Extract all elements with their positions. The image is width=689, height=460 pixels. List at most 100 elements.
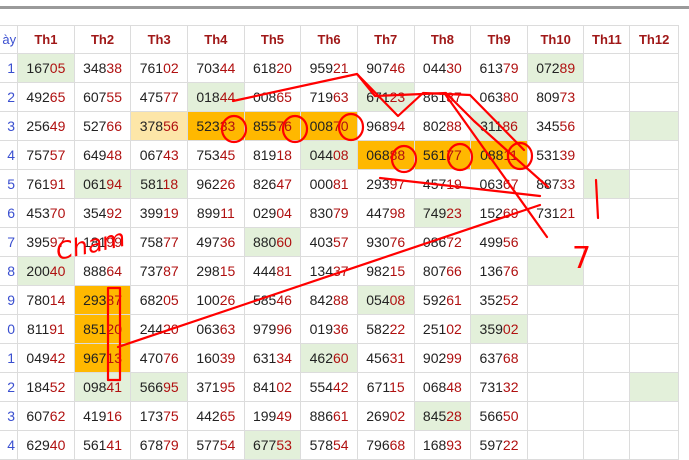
table-row: 2 18452 09841 56695 37195 84102 55442 67115 0684… xyxy=(0,372,679,402)
result-prefix: 761 xyxy=(26,176,50,192)
result-suffix: 22 xyxy=(502,437,519,453)
result-suffix: 44 xyxy=(219,60,236,76)
table-row: 1 04942 96713 47076 16039 63134 46260 45631 9029… xyxy=(0,343,679,373)
result-suffix: 98 xyxy=(389,205,406,221)
result-suffix: 79 xyxy=(332,205,349,221)
result-cell: 16039 xyxy=(187,343,245,373)
result-cell: 63768 xyxy=(470,343,528,373)
result-prefix: 063 xyxy=(479,89,503,105)
result-cell xyxy=(583,372,631,402)
result-cell: 34838 xyxy=(73,53,132,83)
result-cell: 06380 xyxy=(470,82,528,112)
result-suffix: 87 xyxy=(163,263,179,279)
result-prefix: 930 xyxy=(366,234,390,250)
result-cell: 06194 xyxy=(73,169,132,199)
result-cell xyxy=(583,111,631,141)
result-cell: 82647 xyxy=(243,169,302,199)
result-suffix: 54 xyxy=(332,437,349,453)
result-cell: 25102 xyxy=(413,314,472,344)
result-suffix: 70 xyxy=(49,205,66,221)
result-cell: 44265 xyxy=(187,401,245,431)
result-suffix: 26 xyxy=(219,176,236,192)
result-cell: 70344 xyxy=(187,53,245,83)
result-cell xyxy=(583,140,631,170)
result-prefix: 497 xyxy=(196,234,220,250)
result-prefix: 348 xyxy=(83,60,107,76)
result-prefix: 523 xyxy=(196,118,220,134)
result-cell xyxy=(583,430,631,460)
result-suffix: 15 xyxy=(389,263,406,279)
result-cell: 26902 xyxy=(356,401,415,431)
result-prefix: 447 xyxy=(366,205,390,221)
result-suffix: 32 xyxy=(502,379,519,395)
result-cell xyxy=(629,372,679,402)
result-prefix: 456 xyxy=(366,350,390,366)
result-cell xyxy=(583,285,631,315)
result-suffix: 02 xyxy=(389,408,406,424)
result-suffix: 77 xyxy=(163,89,179,105)
result-cell: 96713 xyxy=(73,343,132,373)
column-header-th8: Th8 xyxy=(413,25,472,54)
result-suffix: 60 xyxy=(276,234,292,250)
result-cell xyxy=(583,227,631,257)
result-cell: 25649 xyxy=(17,111,75,141)
result-prefix: 531 xyxy=(536,147,560,163)
result-suffix: 02 xyxy=(502,321,519,337)
result-prefix: 527 xyxy=(83,118,107,134)
result-cell: 83079 xyxy=(300,198,358,228)
result-cell: 04408 xyxy=(300,140,358,170)
result-prefix: 054 xyxy=(366,292,390,308)
result-cell: 39919 xyxy=(130,198,188,228)
result-suffix: 44 xyxy=(219,89,236,105)
result-prefix: 826 xyxy=(252,176,277,192)
result-cell xyxy=(629,401,679,431)
result-suffix: 33 xyxy=(219,118,236,134)
result-cell: 78014 xyxy=(17,285,75,315)
result-cell: 67115 xyxy=(356,372,415,402)
result-cell: 95921 xyxy=(300,53,358,83)
day-cell: 4 xyxy=(0,430,19,460)
result-cell: 45719 xyxy=(413,169,472,199)
column-header-th2: Th2 xyxy=(73,25,132,54)
day-cell: 0 xyxy=(0,314,19,344)
result-prefix: 761 xyxy=(139,60,164,76)
result-prefix: 298 xyxy=(196,263,220,279)
result-cell: 05408 xyxy=(356,285,415,315)
result-prefix: 378 xyxy=(139,118,164,134)
result-prefix: 719 xyxy=(309,89,333,105)
result-prefix: 682 xyxy=(139,292,164,308)
result-prefix: 959 xyxy=(309,60,333,76)
result-prefix: 359 xyxy=(479,321,503,337)
result-suffix: 56 xyxy=(163,118,179,134)
result-cell: 04430 xyxy=(413,53,472,83)
result-prefix: 830 xyxy=(309,205,333,221)
result-cell xyxy=(583,314,631,344)
result-suffix: 33 xyxy=(559,176,576,192)
result-prefix: 403 xyxy=(309,234,333,250)
result-suffix: 30 xyxy=(446,60,462,76)
result-cell: 61820 xyxy=(243,53,302,83)
result-prefix: 256 xyxy=(26,118,50,134)
result-cell: 56141 xyxy=(73,430,132,460)
day-cell: 3 xyxy=(0,401,19,431)
result-suffix: 14 xyxy=(49,292,66,308)
result-prefix: 352 xyxy=(479,292,503,308)
day-cell: 5 xyxy=(0,169,19,199)
result-prefix: 269 xyxy=(366,408,390,424)
result-cell: 84288 xyxy=(300,285,358,315)
result-prefix: 962 xyxy=(196,176,220,192)
day-cell: 2 xyxy=(0,372,19,402)
result-cell: 67123 xyxy=(356,82,415,112)
result-suffix: 15 xyxy=(389,379,405,395)
result-cell: 67753 xyxy=(243,430,302,460)
result-prefix: 160 xyxy=(196,350,220,366)
column-header-th6: Th6 xyxy=(300,25,358,54)
result-cell: 59261 xyxy=(413,285,472,315)
result-suffix: 96 xyxy=(276,321,292,337)
result-cell: 20040 xyxy=(17,256,75,286)
result-suffix: 49 xyxy=(276,408,292,424)
result-cell: 56695 xyxy=(130,372,188,402)
result-prefix: 462 xyxy=(309,350,333,366)
result-suffix: 86 xyxy=(502,118,518,134)
result-prefix: 018 xyxy=(196,89,220,105)
